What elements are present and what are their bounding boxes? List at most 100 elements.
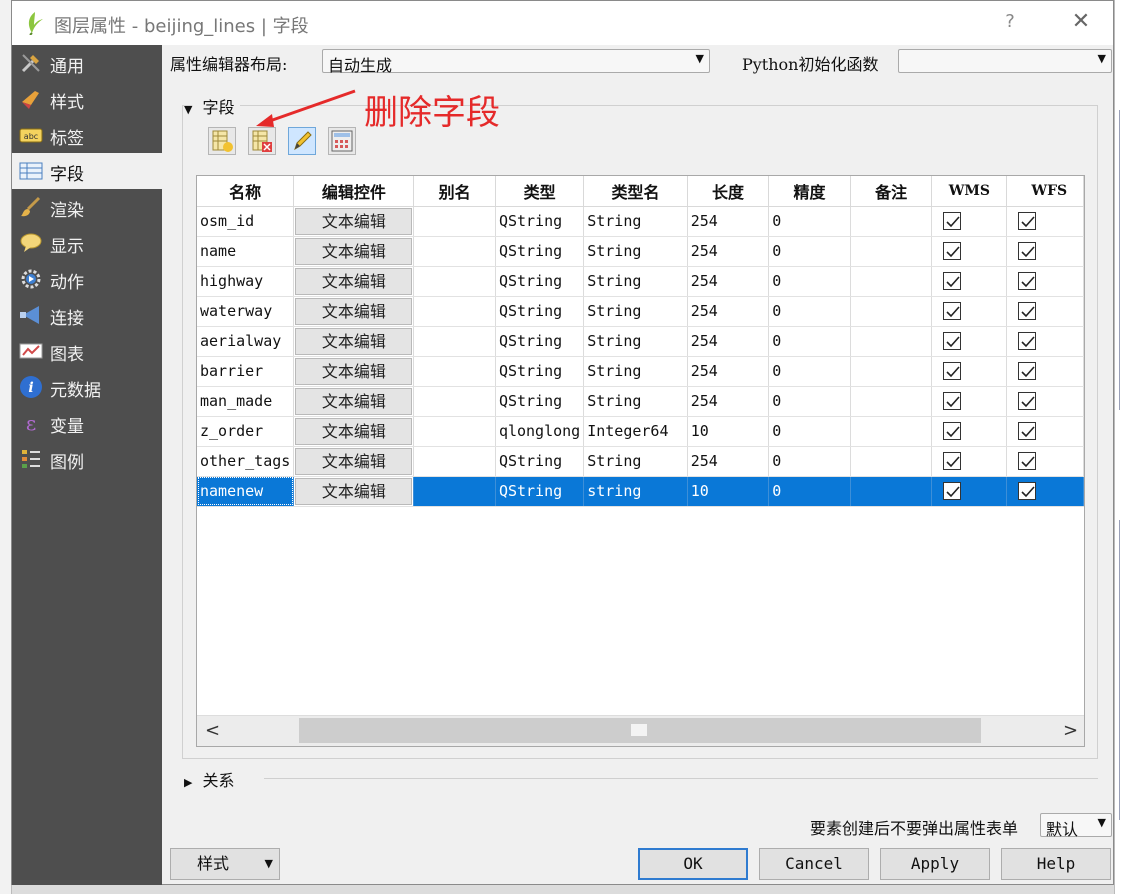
length-cell[interactable]: 254 [687, 386, 770, 417]
wfs-checkbox[interactable] [1018, 482, 1037, 501]
sidebar-item-variables[interactable]: ε 变量 [12, 405, 162, 441]
help-icon[interactable]: ? [1000, 11, 1020, 32]
wfs-checkbox[interactable] [1018, 362, 1037, 381]
edit-widget-cell[interactable]: 文本编辑 [293, 296, 415, 327]
column-header[interactable]: 名称 [197, 176, 295, 207]
edit-widget-cell[interactable]: 文本编辑 [293, 326, 415, 357]
style-menu-button[interactable]: 样式 ▼ [170, 848, 280, 880]
comment-cell[interactable] [850, 266, 933, 297]
edit-widget-button[interactable]: 文本编辑 [295, 207, 413, 235]
precision-cell[interactable]: 0 [768, 206, 851, 237]
length-cell[interactable]: 254 [687, 296, 770, 327]
edit-widget-button[interactable]: 文本编辑 [295, 357, 413, 385]
typename-cell[interactable]: String [583, 206, 688, 237]
sidebar-item-general[interactable]: 通用 [12, 45, 162, 81]
comment-cell[interactable] [850, 296, 933, 327]
wms-checkbox[interactable] [943, 362, 962, 381]
length-cell[interactable]: 10 [687, 476, 770, 507]
sidebar-item-rendering[interactable]: 渲染 [12, 189, 162, 225]
comment-cell[interactable] [850, 386, 933, 417]
wms-checkbox[interactable] [943, 302, 962, 321]
precision-cell[interactable]: 0 [768, 296, 851, 327]
sidebar-item-fields[interactable]: 字段 [12, 153, 162, 189]
edit-widget-button[interactable]: 文本编辑 [295, 297, 413, 325]
column-header[interactable]: WMS [931, 176, 1008, 207]
table-row[interactable]: other_tags 文本编辑 QString String 254 0 [197, 446, 1084, 477]
precision-cell[interactable]: 0 [768, 386, 851, 417]
edit-widget-cell[interactable]: 文本编辑 [293, 386, 415, 417]
type-cell[interactable]: qlonglong [495, 416, 585, 447]
edit-widget-cell[interactable]: 文本编辑 [293, 206, 415, 237]
field-name-cell[interactable]: highway [197, 266, 295, 297]
typename-cell[interactable]: String [583, 356, 688, 387]
edit-widget-button[interactable]: 文本编辑 [295, 327, 413, 355]
horizontal-scrollbar[interactable]: < > [197, 715, 1084, 746]
precision-cell[interactable]: 0 [768, 416, 851, 447]
editor-layout-select[interactable]: 自动生成 ▼ [322, 49, 710, 75]
edit-widget-cell[interactable]: 文本编辑 [293, 236, 415, 267]
comment-cell[interactable] [850, 236, 933, 267]
wms-checkbox[interactable] [943, 272, 962, 291]
wfs-checkbox[interactable] [1018, 452, 1037, 471]
field-name-cell[interactable]: osm_id [197, 206, 295, 237]
typename-cell[interactable]: String [583, 386, 688, 417]
column-header[interactable]: 备注 [850, 176, 933, 207]
column-header[interactable]: 长度 [687, 176, 770, 207]
type-cell[interactable]: QString [495, 476, 585, 507]
alias-cell[interactable] [413, 206, 496, 237]
python-init-select[interactable]: ▼ [898, 49, 1112, 73]
wfs-checkbox[interactable] [1018, 392, 1037, 411]
wms-checkbox[interactable] [943, 452, 962, 471]
field-name-cell[interactable]: aerialway [197, 326, 295, 357]
edit-widget-button[interactable]: 文本编辑 [295, 477, 413, 505]
table-row[interactable]: z_order 文本编辑 qlonglong Integer64 10 0 [197, 416, 1084, 447]
comment-cell[interactable] [850, 356, 933, 387]
field-name-cell[interactable]: barrier [197, 356, 295, 387]
comment-cell[interactable] [850, 476, 933, 507]
wms-checkbox[interactable] [943, 422, 962, 441]
alias-cell[interactable] [413, 266, 496, 297]
wms-checkbox[interactable] [943, 212, 962, 231]
wfs-checkbox[interactable] [1018, 242, 1037, 261]
alias-cell[interactable] [413, 296, 496, 327]
field-name-cell[interactable]: name [197, 236, 295, 267]
wms-checkbox[interactable] [943, 242, 962, 261]
length-cell[interactable]: 254 [687, 326, 770, 357]
alias-cell[interactable] [413, 326, 496, 357]
table-row[interactable]: namenew 文本编辑 QString string 10 0 [197, 476, 1084, 507]
sidebar-item-actions[interactable]: 动作 [12, 261, 162, 297]
edit-widget-cell[interactable]: 文本编辑 [293, 476, 415, 507]
edit-widget-cell[interactable]: 文本编辑 [293, 446, 415, 477]
edit-widget-button[interactable]: 文本编辑 [295, 267, 413, 295]
comment-cell[interactable] [850, 326, 933, 357]
typename-cell[interactable]: String [583, 236, 688, 267]
precision-cell[interactable]: 0 [768, 446, 851, 477]
precision-cell[interactable]: 0 [768, 476, 851, 507]
relations-section-header[interactable]: ▶ 关系 [184, 767, 234, 791]
type-cell[interactable]: QString [495, 236, 585, 267]
suppress-form-select[interactable]: 默认 ▼ [1040, 813, 1112, 839]
field-calculator-button[interactable] [328, 127, 356, 155]
table-row[interactable]: osm_id 文本编辑 QString String 254 0 [197, 206, 1084, 237]
length-cell[interactable]: 254 [687, 236, 770, 267]
length-cell[interactable]: 254 [687, 266, 770, 297]
length-cell[interactable]: 254 [687, 356, 770, 387]
edit-widget-cell[interactable]: 文本编辑 [293, 266, 415, 297]
alias-cell[interactable] [413, 356, 496, 387]
wfs-checkbox[interactable] [1018, 332, 1037, 351]
column-header[interactable]: 类型名 [583, 176, 688, 207]
precision-cell[interactable]: 0 [768, 326, 851, 357]
type-cell[interactable]: QString [495, 326, 585, 357]
scroll-right-icon[interactable]: > [1063, 720, 1078, 741]
alias-cell[interactable] [413, 416, 496, 447]
field-name-cell[interactable]: namenew [197, 476, 295, 507]
wfs-checkbox[interactable] [1018, 272, 1037, 291]
table-row[interactable]: barrier 文本编辑 QString String 254 0 [197, 356, 1084, 387]
field-name-cell[interactable]: z_order [197, 416, 295, 447]
alias-cell[interactable] [413, 386, 496, 417]
alias-cell[interactable] [413, 446, 496, 477]
help-button[interactable]: Help [1001, 848, 1111, 880]
toggle-editing-button[interactable] [288, 127, 316, 155]
length-cell[interactable]: 10 [687, 416, 770, 447]
type-cell[interactable]: QString [495, 356, 585, 387]
